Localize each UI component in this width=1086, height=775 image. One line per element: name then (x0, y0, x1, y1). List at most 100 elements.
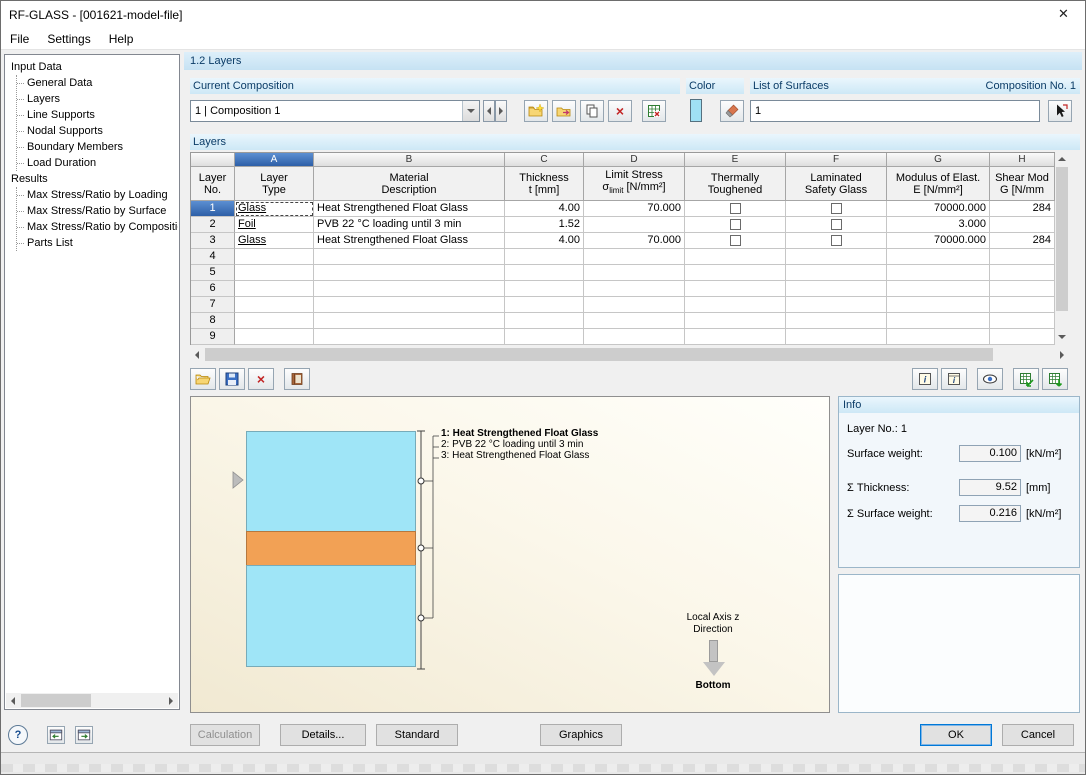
table-vertical-scrollbar[interactable] (1055, 152, 1069, 344)
modulus-cell[interactable]: 70000.000 (887, 233, 990, 249)
graphics-button[interactable]: Graphics (540, 724, 622, 746)
excel-export-button[interactable] (642, 100, 666, 122)
material-cell[interactable] (314, 297, 505, 313)
details-button[interactable]: Details... (280, 724, 366, 746)
thermally-toughened-cell[interactable] (685, 313, 786, 329)
thermally-toughened-cell[interactable] (685, 233, 786, 249)
layer-type-cell[interactable]: Glass (235, 201, 314, 217)
modulus-cell[interactable]: 3.000 (887, 217, 990, 233)
tree-item-max-stress-composition[interactable]: Max Stress/Ratio by Composition (17, 219, 178, 235)
header-material[interactable]: Material Description (314, 167, 505, 201)
scroll-left-button[interactable] (6, 693, 20, 708)
thickness-cell[interactable] (505, 249, 584, 265)
thermally-toughened-cell[interactable] (685, 281, 786, 297)
tree-item-parts-list[interactable]: Parts List (17, 235, 178, 251)
open-button[interactable] (190, 368, 216, 390)
view-mode-button[interactable] (977, 368, 1003, 390)
save-button[interactable] (219, 368, 245, 390)
header-thermally-toughened[interactable]: Thermally Toughened (685, 167, 786, 201)
column-letter-b[interactable]: B (314, 153, 505, 167)
checkbox[interactable] (830, 203, 842, 214)
scroll-right-button[interactable] (164, 693, 178, 708)
laminated-safety-cell[interactable] (786, 217, 887, 233)
layer-type-cell[interactable] (235, 329, 314, 345)
modulus-cell[interactable] (887, 249, 990, 265)
shear-cell[interactable] (990, 249, 1055, 265)
row-number-cell[interactable]: 3 (191, 233, 235, 249)
row-number-cell[interactable]: 2 (191, 217, 235, 233)
previous-composition-button[interactable] (483, 100, 495, 122)
tree-root-input-data[interactable]: Input Data (11, 59, 178, 75)
material-cell[interactable] (314, 265, 505, 281)
material-cell[interactable] (314, 329, 505, 345)
shear-cell[interactable] (990, 217, 1055, 233)
layer-type-cell[interactable] (235, 297, 314, 313)
limit-stress-cell[interactable] (584, 217, 685, 233)
limit-stress-cell[interactable] (584, 313, 685, 329)
checkbox[interactable] (830, 219, 842, 230)
limit-stress-cell[interactable]: 70.000 (584, 233, 685, 249)
thickness-cell[interactable] (505, 281, 584, 297)
column-letter-d[interactable]: D (584, 153, 685, 167)
laminated-safety-cell[interactable] (786, 201, 887, 217)
checkbox[interactable] (830, 235, 842, 246)
laminated-safety-cell[interactable] (786, 297, 887, 313)
row-number-cell[interactable]: 1 (191, 201, 235, 217)
shear-cell[interactable] (990, 281, 1055, 297)
delete-composition-button[interactable]: × (608, 100, 632, 122)
new-composition-button[interactable] (524, 100, 548, 122)
modulus-cell[interactable] (887, 313, 990, 329)
shear-cell[interactable] (990, 297, 1055, 313)
help-button[interactable]: ? (8, 725, 28, 745)
header-thickness[interactable]: Thickness t [mm] (505, 167, 584, 201)
scrollbar-thumb[interactable] (205, 348, 993, 361)
ok-button[interactable]: OK (920, 724, 992, 746)
shear-cell[interactable]: 284 (990, 233, 1055, 249)
previous-table-button[interactable] (47, 726, 65, 744)
material-cell[interactable] (314, 313, 505, 329)
next-composition-button[interactable] (495, 100, 507, 122)
scroll-left-button[interactable] (190, 347, 204, 362)
tree-root-results[interactable]: Results (11, 171, 178, 187)
shear-cell[interactable] (990, 329, 1055, 345)
limit-stress-cell[interactable] (584, 329, 685, 345)
layer-type-cell[interactable] (235, 313, 314, 329)
info-layer-button[interactable]: i (912, 368, 938, 390)
surfaces-input[interactable]: 1 (750, 100, 1040, 122)
menu-settings[interactable]: Settings (38, 28, 99, 50)
excel-import-button[interactable] (1013, 368, 1039, 390)
tree-item-boundary-members[interactable]: Boundary Members (17, 139, 178, 155)
sidebar-horizontal-scrollbar[interactable] (6, 693, 178, 708)
material-cell[interactable]: PVB 22 °C loading until 3 min (314, 217, 505, 233)
composition-dropdown[interactable]: 1 | Composition 1 (190, 100, 480, 122)
scroll-down-button[interactable] (1055, 330, 1069, 344)
excel-export-button-2[interactable] (1042, 368, 1068, 390)
modulus-cell[interactable] (887, 281, 990, 297)
limit-stress-cell[interactable] (584, 297, 685, 313)
thermally-toughened-cell[interactable] (685, 297, 786, 313)
info-composition-button[interactable]: i (941, 368, 967, 390)
cancel-button[interactable]: Cancel (1002, 724, 1074, 746)
shear-cell[interactable]: 284 (990, 201, 1055, 217)
limit-stress-cell[interactable]: 70.000 (584, 201, 685, 217)
header-laminated-safety[interactable]: Laminated Safety Glass (786, 167, 887, 201)
color-swatch[interactable] (690, 99, 702, 122)
thickness-cell[interactable]: 1.52 (505, 217, 584, 233)
row-number-cell[interactable]: 5 (191, 265, 235, 281)
header-layer-no[interactable]: Layer No. (191, 167, 235, 201)
standard-button[interactable]: Standard (376, 724, 458, 746)
tree-item-max-stress-surface[interactable]: Max Stress/Ratio by Surface (17, 203, 178, 219)
row-number-cell[interactable]: 9 (191, 329, 235, 345)
modulus-cell[interactable]: 70000.000 (887, 201, 990, 217)
thermally-toughened-cell[interactable] (685, 217, 786, 233)
tree-item-max-stress-loading[interactable]: Max Stress/Ratio by Loading (17, 187, 178, 203)
thermally-toughened-cell[interactable] (685, 265, 786, 281)
thermally-toughened-cell[interactable] (685, 201, 786, 217)
header-shear-modulus[interactable]: Shear Mod G [N/mm (990, 167, 1055, 201)
header-limit-stress[interactable]: Limit Stress σlimit [N/mm²] (584, 167, 685, 201)
thickness-cell[interactable]: 4.00 (505, 201, 584, 217)
layer-type-link[interactable]: Glass (238, 234, 266, 246)
tree-item-load-duration[interactable]: Load Duration (17, 155, 178, 171)
layer-type-cell[interactable]: Glass (235, 233, 314, 249)
delete-all-button[interactable]: × (248, 368, 274, 390)
